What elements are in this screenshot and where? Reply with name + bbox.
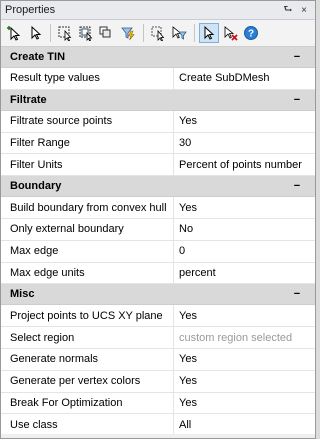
property-label: Filter Range	[10, 136, 70, 149]
section-header[interactable]: Create TIN −	[1, 47, 315, 68]
property-row[interactable]: Select region custom region selected	[1, 327, 315, 349]
property-row[interactable]: Use class All	[1, 414, 315, 437]
help-icon[interactable]: ?	[241, 23, 261, 43]
pin-icon[interactable]: ⮑	[281, 3, 295, 17]
property-label: Result type values	[10, 72, 100, 85]
property-label: Filter Units	[10, 158, 63, 171]
section-title: Create TIN	[10, 51, 66, 63]
property-row[interactable]: Result type values Create SubDMesh	[1, 68, 315, 90]
property-value[interactable]: All	[173, 414, 315, 436]
property-label: Filtrate source points	[10, 115, 113, 128]
property-label: Project points to UCS XY plane	[10, 309, 163, 322]
svg-text:?: ?	[248, 29, 254, 40]
property-value[interactable]: percent	[173, 262, 315, 284]
toolbar-separator	[194, 24, 195, 42]
property-label: Select region	[10, 331, 75, 344]
property-label: Use class	[10, 418, 58, 431]
section-header[interactable]: Filtrate −	[1, 89, 315, 111]
property-value[interactable]: 0	[173, 240, 315, 262]
property-row[interactable]: Break For Optimization Yes	[1, 392, 315, 415]
property-row[interactable]: Max edge units percent	[1, 262, 315, 285]
property-value[interactable]: Yes	[173, 348, 315, 370]
pick-filter-icon[interactable]	[169, 23, 189, 43]
property-label: Max edge	[10, 245, 59, 258]
properties-panel: Properties ⮑ × ? Create TIN − Result typ…	[0, 0, 316, 439]
property-grid: Create TIN − Result type values Create SubD…	[1, 47, 315, 437]
property-label: Generate normals	[10, 353, 99, 366]
select-window-icon[interactable]	[55, 23, 75, 43]
close-icon[interactable]: ×	[297, 3, 311, 17]
property-value[interactable]: Yes	[173, 110, 315, 132]
property-value[interactable]: Yes	[173, 392, 315, 414]
property-value[interactable]: Yes	[173, 197, 315, 218]
title-bar: Properties ⮑ ×	[1, 1, 315, 20]
collapse-icon[interactable]: −	[289, 288, 305, 300]
toolbar-separator	[143, 24, 144, 42]
property-row[interactable]: Filter Range 30	[1, 132, 315, 155]
property-label: Build boundary from convex hull	[10, 201, 167, 214]
section-title: Boundary	[10, 180, 62, 193]
panel-footer	[1, 434, 315, 438]
property-row[interactable]: Generate normals Yes	[1, 348, 315, 371]
property-value[interactable]: No	[173, 218, 315, 240]
property-row[interactable]: Project points to UCS XY plane Yes	[1, 305, 315, 328]
property-row[interactable]: Build boundary from convex hull Yes	[1, 197, 315, 219]
quick-select-icon[interactable]	[97, 23, 117, 43]
property-value[interactable]: Percent of points number	[173, 154, 315, 176]
pick-cursor-icon[interactable]	[199, 23, 219, 43]
lightning-filter-icon[interactable]	[118, 23, 138, 43]
section-header[interactable]: Misc −	[1, 284, 315, 306]
property-row[interactable]: Filter Units Percent of points number	[1, 154, 315, 177]
property-row[interactable]: Only external boundary No	[1, 218, 315, 241]
property-value[interactable]: Create SubDMesh	[173, 68, 315, 89]
property-value[interactable]: Yes	[173, 305, 315, 327]
property-label: Only external boundary	[10, 223, 124, 236]
property-value[interactable]: 30	[173, 132, 315, 154]
section-title: Misc	[10, 288, 35, 301]
add-select-icon[interactable]	[4, 23, 24, 43]
section-header[interactable]: Boundary −	[1, 176, 315, 198]
toolbar-separator	[50, 24, 51, 42]
deselect-icon[interactable]	[220, 23, 240, 43]
property-label: Generate per vertex colors	[10, 375, 141, 388]
property-value[interactable]: Yes	[173, 370, 315, 392]
property-row[interactable]: Max edge 0	[1, 240, 315, 263]
property-label: Max edge units	[10, 266, 85, 279]
toolbar: ?	[1, 20, 315, 47]
select-icon[interactable]	[25, 23, 45, 43]
select-crossing-icon[interactable]	[76, 23, 96, 43]
collapse-icon[interactable]: −	[289, 94, 305, 106]
collapse-icon[interactable]: −	[289, 51, 305, 63]
panel-title: Properties	[5, 4, 56, 16]
property-value[interactable]: custom region selected	[173, 327, 315, 348]
pick-move-icon[interactable]	[148, 23, 168, 43]
property-label: Break For Optimization	[10, 396, 123, 409]
property-row[interactable]: Filtrate source points Yes	[1, 110, 315, 133]
collapse-icon[interactable]: −	[289, 180, 305, 192]
section-title: Filtrate	[10, 93, 47, 106]
property-row[interactable]: Generate per vertex colors Yes	[1, 370, 315, 393]
